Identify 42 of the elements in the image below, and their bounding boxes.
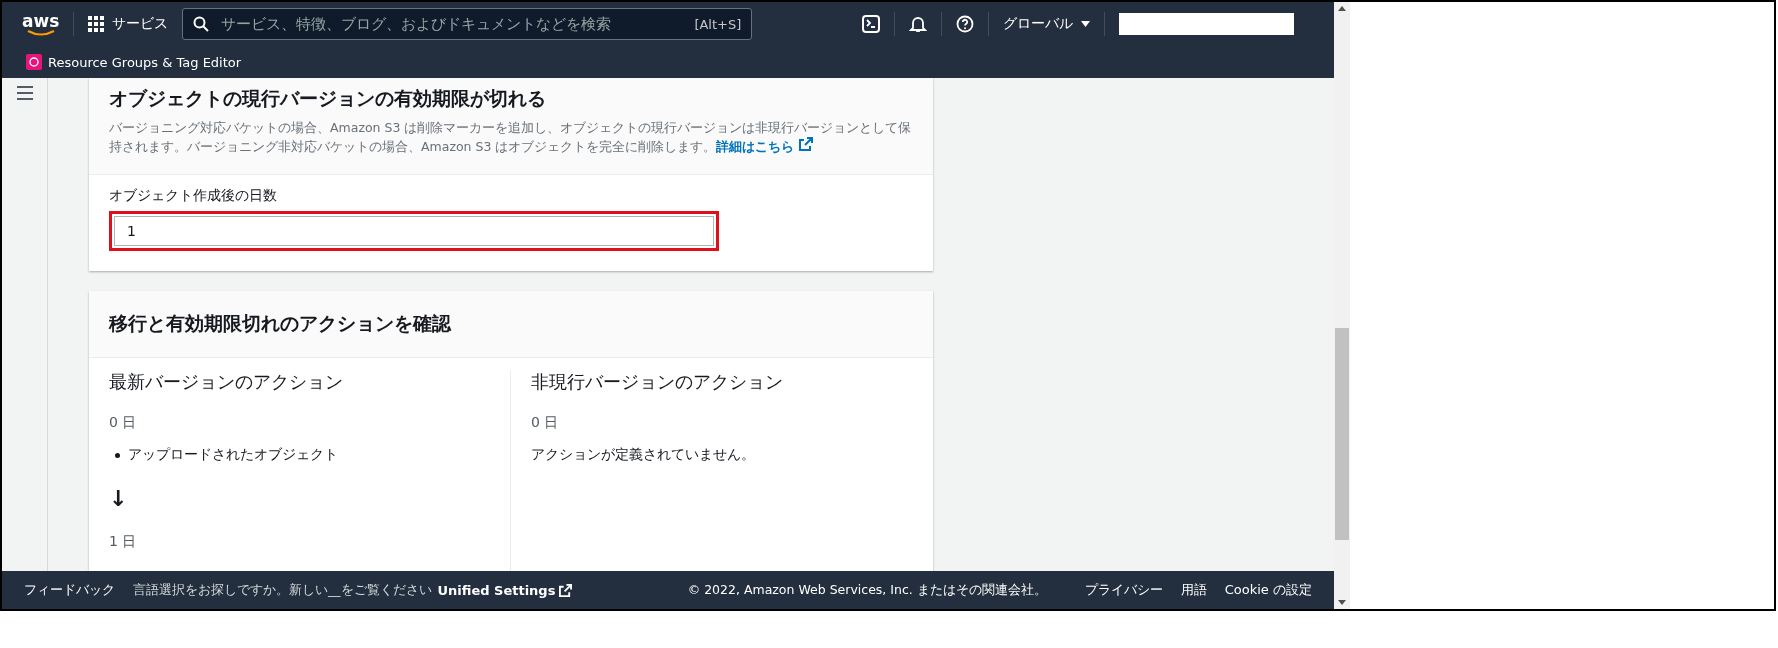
services-menu[interactable]: サービス: [88, 15, 169, 33]
bullet-icon: [115, 452, 120, 458]
region-menu[interactable]: グローバル: [1003, 15, 1091, 33]
help-icon[interactable]: [956, 15, 975, 33]
day-label: 0 日: [109, 414, 138, 432]
copyright-text: © 2022, Amazon Web Services, Inc. またはその関連会社。: [687, 581, 1047, 599]
scroll-up-icon[interactable]: [1338, 6, 1346, 11]
feedback-link[interactable]: フィードバック: [24, 581, 115, 599]
external-link-icon: [798, 137, 813, 151]
day-label: 0 日: [531, 414, 560, 432]
field-label: オブジェクト作成後の日数: [109, 187, 278, 205]
day-label: 1 日: [109, 533, 138, 551]
panel-title: 移行と有効期限切れのアクションを確認: [109, 311, 453, 336]
unified-settings-link[interactable]: Unified Settings: [437, 582, 573, 598]
footer-link[interactable]: Cookie の設定: [1224, 581, 1312, 599]
empty-note: アクションが定義されていません。: [531, 446, 756, 464]
down-arrow: ↓: [109, 486, 128, 511]
caret-icon: [1081, 21, 1091, 27]
service-shortcut[interactable]: Resource Groups & Tag Editor: [48, 54, 242, 70]
footer-link[interactable]: 用語: [1180, 581, 1207, 599]
terminal-icon[interactable]: [862, 15, 881, 33]
scroll-thumb[interactable]: [1335, 328, 1349, 540]
external-link-icon: [559, 583, 573, 597]
panel-description: バージョニング対応バケットの場合、Amazon S3 は削除マーカーを追加し、オブジェクトの現行バージョンは非現行バージョンとして保持されます。バージョニング非対応バケットの場合、Amazon S3 はオブジェクトを完全に削除します。詳細はこちら: [109, 119, 913, 156]
panel-title: オブジェクトの現行バージョンの有効期限が切れる: [109, 86, 547, 111]
days-input[interactable]: 1: [114, 216, 714, 246]
grid-icon: [88, 16, 105, 32]
search-icon: [193, 16, 210, 32]
search-field[interactable]: サービス、特徴、ブログ、およびドキュメントなどを検索 [Alt+S]: [182, 8, 753, 40]
column-heading: 非現行バージョンのアクション: [531, 370, 784, 394]
footer-link[interactable]: プライバシー: [1084, 581, 1163, 599]
aws-logo[interactable]: aws: [22, 12, 60, 36]
menu-icon[interactable]: [16, 86, 33, 100]
language-notice: 言語選択をお探しですか。新しい__をご覧ください: [133, 581, 432, 599]
action-text: アップロードされたオブジェクト: [128, 446, 338, 464]
tag-service-icon: [26, 54, 42, 70]
bell-icon[interactable]: [909, 15, 928, 33]
scrollbar[interactable]: [1334, 2, 1350, 609]
shortcut-hint: [Alt+S]: [694, 16, 742, 32]
column-heading: 最新バージョンのアクション: [109, 370, 344, 394]
scroll-down-icon[interactable]: [1338, 600, 1346, 605]
learn-more-link[interactable]: 詳細はこちら: [716, 139, 813, 154]
